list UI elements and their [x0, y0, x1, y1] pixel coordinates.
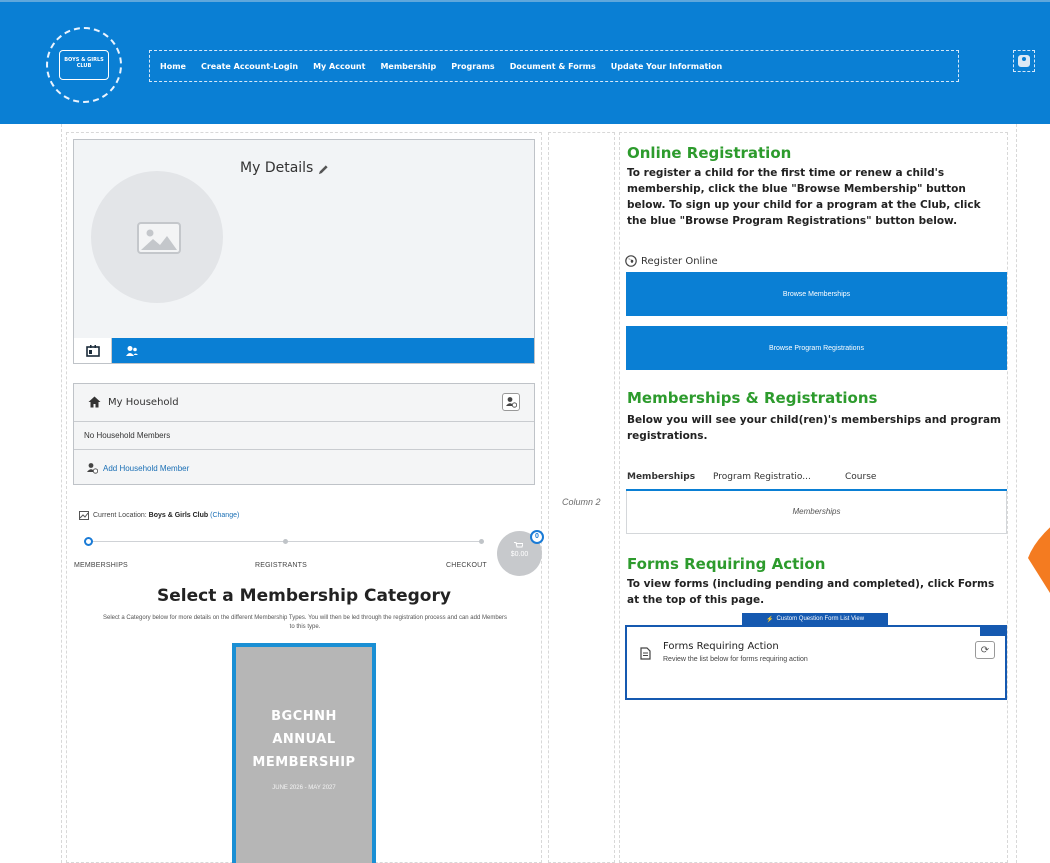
id-card-icon [85, 344, 100, 357]
component-label-text: Custom Question Form List View [776, 616, 865, 622]
forms-title: Forms Requiring Action [627, 555, 826, 573]
refresh-icon: ⟳ [980, 644, 990, 656]
home-icon [88, 396, 101, 408]
memberships-registrations-title: Memberships & Registrations [627, 389, 878, 407]
step-memberships-label: MEMBERSHIPS [74, 562, 128, 569]
pencil-icon[interactable] [318, 164, 329, 175]
step-checkout-label: CHECKOUT [446, 562, 487, 569]
tile-line-2: ANNUAL [272, 732, 336, 747]
browse-memberships-button[interactable]: Browse Memberships [626, 272, 1007, 316]
nav-membership[interactable]: Membership [380, 62, 436, 71]
globe-icon [625, 255, 637, 267]
membership-category-title: Select a Membership Category [157, 586, 451, 606]
nav-update-information[interactable]: Update Your Information [611, 62, 722, 71]
household-empty-text: No Household Members [84, 431, 171, 440]
step-memberships-dot [84, 537, 93, 546]
nav-documents-forms[interactable]: Document & Forms [510, 62, 596, 71]
cart-total: $0.00 [510, 551, 529, 558]
step-registrants-label: REGISTRANTS [255, 562, 307, 569]
logo-text: BOYS & GIRLS CLUB [64, 57, 104, 69]
memberships-registrations-text: Below you will see your child(ren)'s mem… [627, 414, 1001, 442]
current-location: Current Location: Boys & Girls Club (Cha… [93, 512, 239, 519]
location-icon [79, 511, 89, 520]
tile-line-3: MEMBERSHIP [252, 755, 356, 770]
tile-date-range: JUNE 2026 - MAY 2027 [272, 785, 336, 791]
nav-programs[interactable]: Programs [451, 62, 494, 71]
register-online-label: Register Online [641, 256, 718, 267]
location-name: Boys & Girls Club [148, 512, 209, 519]
people-icon [126, 345, 138, 356]
nav-my-account[interactable]: My Account [313, 62, 365, 71]
refresh-button[interactable]: ⟳ [975, 641, 995, 659]
component-label: ⚡ Custom Question Form List View [742, 613, 888, 625]
user-menu-button[interactable] [1013, 50, 1035, 72]
nav-home[interactable]: Home [160, 62, 186, 71]
annual-membership-tile[interactable] [232, 643, 376, 863]
browse-program-registrations-button[interactable]: Browse Program Registrations [626, 326, 1007, 370]
component-controls[interactable] [980, 627, 1006, 636]
add-household-member-link[interactable]: Add Household Member [103, 464, 189, 473]
location-prefix: Current Location: [93, 512, 147, 519]
document-icon [640, 647, 651, 660]
tab-course[interactable]: Course [845, 472, 876, 482]
online-registration-title: Online Registration [627, 144, 792, 162]
tab-memberships[interactable]: Memberships [627, 472, 695, 482]
online-registration-text: To register a child for the first time o… [627, 167, 981, 227]
change-location-link[interactable]: (Change) [210, 512, 239, 519]
add-member-icon [87, 463, 98, 474]
forms-text: To view forms (including pending and com… [627, 578, 995, 606]
membership-category-description: Select a Category below for more details… [102, 615, 507, 630]
step-registrants-dot [283, 539, 288, 544]
column-2-label: Column 2 [562, 497, 601, 507]
main-nav: Home Create Account-Login My Account Mem… [149, 50, 959, 82]
forms-card-subtitle: Review the list below for forms requirin… [663, 656, 808, 663]
page: BOYS & GIRLS CLUB Home Create Account-Lo… [0, 0, 1050, 863]
image-placeholder-icon [137, 222, 181, 254]
tab-details[interactable] [74, 338, 112, 363]
decorative-orange-shape [1028, 527, 1050, 593]
add-user-icon [506, 397, 517, 408]
user-icon [1018, 55, 1030, 67]
household-title: My Household [108, 397, 179, 408]
my-details-title: My Details [240, 160, 314, 176]
cart-icon [514, 542, 523, 548]
tab-program-registrations[interactable]: Program Registratio... [713, 472, 811, 482]
nav-create-account[interactable]: Create Account-Login [201, 62, 298, 71]
logo-badge: BOYS & GIRLS CLUB [59, 50, 109, 80]
tile-line-1: BGCHNH [271, 709, 337, 724]
step-checkout-dot [479, 539, 484, 544]
memberships-panel-text: Memberships [792, 507, 841, 516]
cart-count-badge: 0 [530, 530, 544, 544]
club-logo[interactable]: BOYS & GIRLS CLUB [46, 27, 122, 103]
forms-card-title: Forms Requiring Action [663, 641, 779, 652]
tab-contacts[interactable] [116, 338, 148, 363]
lightning-icon: ⚡ [765, 616, 774, 623]
add-household-member-button[interactable] [502, 393, 520, 411]
